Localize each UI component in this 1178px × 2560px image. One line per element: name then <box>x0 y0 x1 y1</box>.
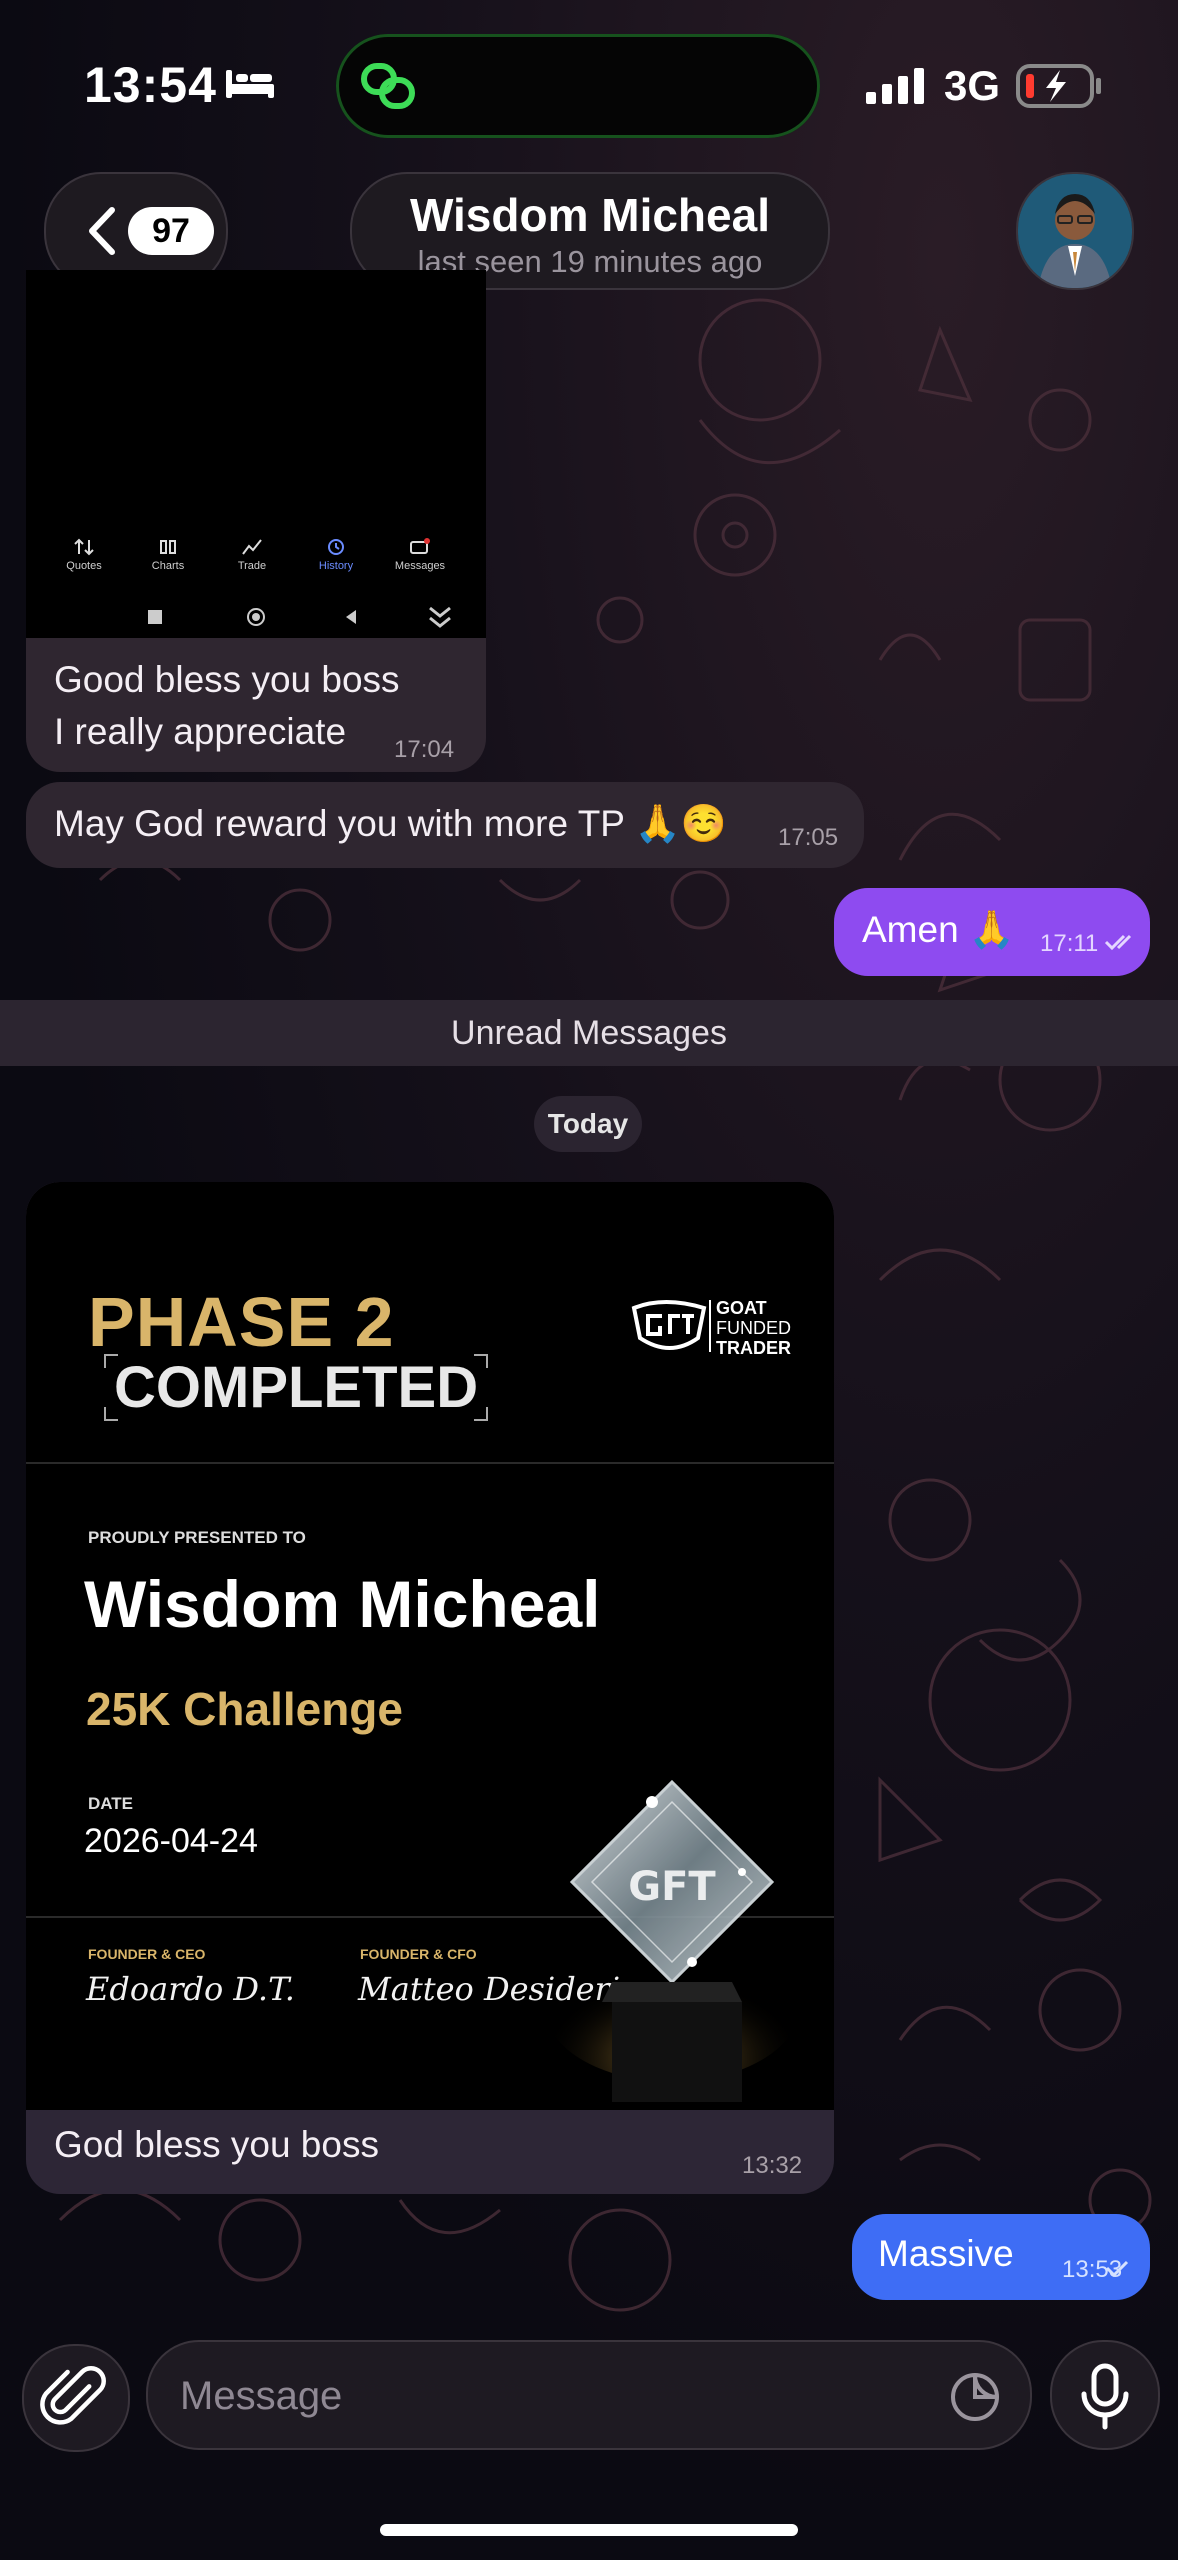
message-text: May God reward you with more TP 🙏☺️ <box>54 803 727 844</box>
chevron-left-icon <box>89 207 115 255</box>
message-composer[interactable] <box>146 2340 1032 2450</box>
message-time: 17:11 <box>1040 930 1099 957</box>
screenshot-message[interactable]: Quotes Charts Trade History Messages Goo… <box>26 270 486 772</box>
link-icon <box>361 63 415 109</box>
android-nav-bar <box>148 606 451 628</box>
certificate-date: 2026-04-24 <box>84 1822 258 1860</box>
message-input[interactable] <box>178 2360 882 2432</box>
corner-bracket <box>474 1354 489 1368</box>
corner-bracket <box>474 1407 489 1421</box>
quotes-icon <box>74 538 94 556</box>
cert-status: COMPLETED <box>104 1354 489 1421</box>
battery-charging-icon <box>1016 64 1101 108</box>
corner-bracket <box>104 1354 118 1368</box>
nav-history: History <box>296 538 376 572</box>
founder-role: FOUNDER & CEO <box>88 1946 206 1962</box>
paperclip-icon <box>40 2366 106 2425</box>
single-check-icon <box>1105 2260 1129 2278</box>
outgoing-message[interactable]: Massive 13:53 <box>852 2214 1150 2300</box>
message-time: 17:04 <box>394 736 455 763</box>
challenge-name: 25K Challenge <box>86 1683 403 1735</box>
voice-message-button[interactable] <box>1050 2340 1160 2450</box>
certificate-message[interactable]: PHASE 2 COMPLETED GOAT FUNDED TRADER PRO… <box>26 1182 834 2194</box>
divider <box>26 1462 834 1464</box>
message-text: Amen 🙏 <box>862 909 1016 950</box>
status-time: 13:54 <box>84 57 217 113</box>
cert-phase: PHASE 2 <box>88 1283 395 1361</box>
outgoing-message[interactable]: Amen 🙏 17:11 <box>834 888 1150 976</box>
gft-brand-text: GOAT FUNDED TRADER <box>716 1298 791 1358</box>
microphone-icon <box>1081 2363 1129 2430</box>
network-type: 3G <box>944 62 1001 109</box>
nav-charts: Charts <box>128 538 208 572</box>
messages-icon <box>410 538 430 554</box>
avatar-image <box>1018 174 1132 288</box>
contact-avatar[interactable] <box>1016 172 1134 290</box>
trade-icon <box>242 539 262 555</box>
message-time: 13:32 <box>742 2152 803 2179</box>
date-divider: Today <box>534 1096 642 1152</box>
trading-app-screenshot[interactable]: Quotes Charts Trade History Messages <box>26 270 486 638</box>
founder-role: FOUNDER & CFO <box>360 1946 477 1962</box>
cellular-signal-icon <box>866 68 924 104</box>
home-indicator[interactable] <box>380 2524 798 2536</box>
unread-messages-divider: Unread Messages <box>0 1000 1178 1066</box>
svg-text:GFT: GFT <box>628 1864 716 1910</box>
recipient-name: Wisdom Micheal <box>84 1567 601 1641</box>
contact-name: Wisdom Micheal <box>410 189 770 241</box>
double-check-icon <box>1104 934 1132 951</box>
chat-screen: 13:54 3G 97 Wisdom Micheal last seen 19 … <box>0 0 1178 2560</box>
sleep-mode-icon <box>226 70 274 98</box>
presented-label: PROUDLY PRESENTED TO <box>88 1528 306 1547</box>
message-text: God bless you boss <box>54 2124 379 2165</box>
founder-signature: Edoardo D.T. <box>86 1970 295 2008</box>
charts-icon <box>160 540 176 554</box>
dynamic-island <box>336 34 820 138</box>
message-text: Good bless you boss I really appreciate <box>54 659 400 752</box>
message-time: 17:05 <box>778 824 839 851</box>
certificate-image[interactable]: PHASE 2 COMPLETED GOAT FUNDED TRADER PRO… <box>26 1182 834 2110</box>
attach-button[interactable] <box>22 2344 130 2452</box>
corner-bracket <box>104 1407 118 1421</box>
status-bar: 13:54 3G <box>0 0 1178 170</box>
date-label: DATE <box>88 1794 134 1813</box>
unread-count-badge: 97 <box>128 207 214 255</box>
incoming-message[interactable]: May God reward you with more TP 🙏☺️ 17:0… <box>26 782 864 868</box>
sticker-icon[interactable] <box>948 2370 1002 2424</box>
history-icon <box>328 539 344 555</box>
nav-quotes: Quotes <box>44 538 124 572</box>
crystal-trophy-icon: GFT <box>542 1779 802 2102</box>
message-text: Massive <box>878 2233 1014 2274</box>
nav-trade: Trade <box>212 538 292 572</box>
nav-messages: Messages <box>380 538 460 572</box>
